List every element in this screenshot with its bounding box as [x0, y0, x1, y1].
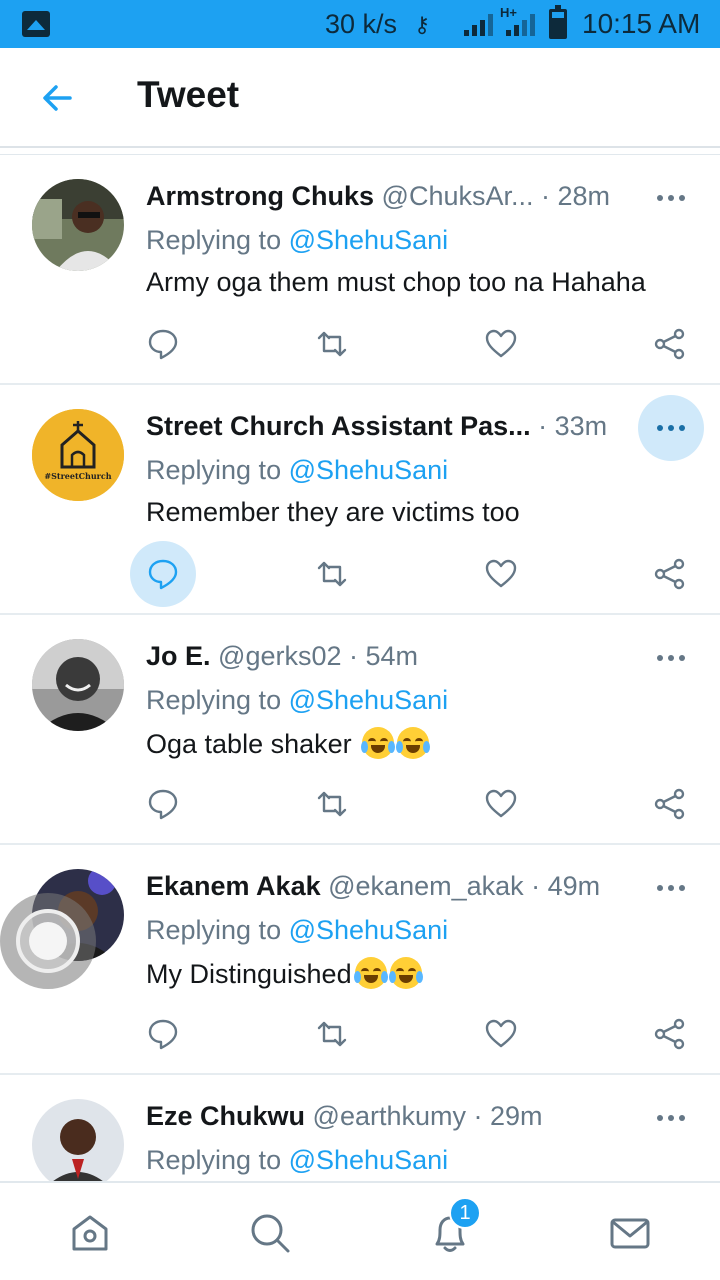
replying-to: Replying to @ShehuSani [146, 915, 448, 946]
tweet[interactable]: #StreetChurch Street Church Assistant Pa… [0, 385, 720, 615]
more-options-icon[interactable] [638, 165, 704, 231]
avatar-text: #StreetChurch [44, 471, 111, 481]
retweet-icon[interactable] [299, 311, 365, 377]
mention-link[interactable]: @ShehuSani [289, 685, 449, 715]
network-speed: 30 k/s [325, 9, 398, 39]
tweet-text: Remember they are victims too [146, 497, 520, 527]
tweet-header: Ekanem Akak @ekanem_akak · 49m [146, 871, 600, 902]
reply-icon[interactable] [130, 311, 196, 377]
tweet[interactable]: Eze Chukwu @earthkumy · 29m Replying to … [0, 1075, 720, 1181]
like-icon[interactable] [468, 1001, 534, 1067]
reply-icon[interactable] [130, 1001, 196, 1067]
top-bar: Tweet [0, 48, 720, 148]
gallery-icon [22, 11, 50, 37]
more-options-icon[interactable] [638, 855, 704, 921]
replying-label: Replying to [146, 455, 282, 485]
display-name[interactable]: Jo E. [146, 641, 211, 671]
more-options-icon[interactable] [638, 395, 704, 461]
replying-label: Replying to [146, 685, 282, 715]
replying-to: Replying to @ShehuSani [146, 1145, 448, 1176]
tweet-header: Street Church Assistant Pas... · 33m [146, 411, 607, 442]
replying-label: Replying to [146, 915, 282, 945]
tweet-header: Eze Chukwu @earthkumy · 29m [146, 1101, 543, 1132]
display-name[interactable]: Armstrong Chuks [146, 181, 374, 211]
share-icon[interactable] [637, 1001, 703, 1067]
more-options-icon[interactable] [638, 1085, 704, 1151]
tweet[interactable]: Jo E. @gerks02 · 54m Replying to @ShehuS… [0, 615, 720, 845]
tweet-text: Army oga them must chop too na Hahaha [146, 267, 646, 297]
crying-laughing-emoji-icon [361, 727, 396, 759]
tweet-text-row: My Distinguished [146, 957, 423, 990]
page-title: Tweet [137, 74, 240, 115]
share-icon[interactable] [637, 311, 703, 377]
avatar[interactable] [32, 1099, 124, 1181]
replying-to: Replying to @ShehuSani [146, 685, 448, 716]
mention-link[interactable]: @ShehuSani [289, 1145, 449, 1175]
retweet-icon[interactable] [299, 1001, 365, 1067]
assistive-touch-button[interactable] [0, 893, 96, 989]
display-name[interactable]: Street Church Assistant Pas... [146, 411, 531, 441]
vpn-key-icon: ⚷ [414, 12, 431, 37]
avatar[interactable] [32, 639, 124, 731]
back-arrow-icon[interactable] [36, 76, 80, 120]
timestamp: · 54m [349, 641, 419, 671]
replying-to: Replying to @ShehuSani [146, 455, 448, 486]
like-icon[interactable] [468, 541, 534, 607]
mention-link[interactable]: @ShehuSani [289, 455, 449, 485]
display-name[interactable]: Eze Chukwu [146, 1101, 305, 1131]
username: @earthkumy [312, 1101, 467, 1131]
username: @gerks02 [218, 641, 342, 671]
tweet-text: Oga table shaker [146, 729, 352, 759]
like-icon[interactable] [468, 771, 534, 837]
search-icon[interactable] [240, 1203, 300, 1263]
display-name[interactable]: Ekanem Akak [146, 871, 321, 901]
crying-laughing-emoji-icon [396, 727, 431, 759]
avatar[interactable] [32, 179, 124, 271]
share-icon[interactable] [637, 541, 703, 607]
status-bar: 30 k/s ⚷ H+ 10:15 AM [0, 0, 720, 48]
tweet[interactable]: Armstrong Chuks @ChuksAr... · 28m Replyi… [0, 155, 720, 385]
retweet-icon[interactable] [299, 771, 365, 837]
replying-to: Replying to @ShehuSani [146, 225, 448, 256]
replying-label: Replying to [146, 1145, 282, 1175]
like-icon[interactable] [468, 311, 534, 377]
username: @ekanem_akak [328, 871, 524, 901]
share-icon[interactable] [637, 771, 703, 837]
username: @ChuksAr... [381, 181, 534, 211]
notification-badge: 1 [449, 1197, 481, 1229]
reply-icon[interactable] [130, 771, 196, 837]
tweet-text-row: Oga table shaker [146, 727, 431, 760]
signal-icon-2 [506, 14, 546, 36]
tweet-header: Jo E. @gerks02 · 54m [146, 641, 418, 672]
reply-feed[interactable]: Armstrong Chuks @ChuksAr... · 28m Replyi… [0, 154, 720, 1181]
replying-label: Replying to [146, 225, 282, 255]
tweet-header: Armstrong Chuks @ChuksAr... · 28m [146, 181, 610, 212]
timestamp: · 33m [538, 411, 608, 441]
home-icon[interactable] [60, 1203, 120, 1263]
clock: 10:15 AM [582, 8, 701, 39]
tweet[interactable]: Ekanem Akak @ekanem_akak · 49m Replying … [0, 845, 720, 1075]
more-options-icon[interactable] [638, 625, 704, 691]
timestamp: · 29m [473, 1101, 543, 1131]
crying-laughing-emoji-icon [353, 957, 388, 989]
retweet-icon[interactable] [299, 541, 365, 607]
messages-icon[interactable] [600, 1203, 660, 1263]
signal-icon [464, 14, 504, 36]
mention-link[interactable]: @ShehuSani [289, 225, 449, 255]
timestamp: · 49m [531, 871, 601, 901]
bottom-navigation: 1 [0, 1181, 720, 1280]
tweet-text: My Distinguished [146, 959, 352, 989]
crying-laughing-emoji-icon [388, 957, 423, 989]
avatar[interactable]: #StreetChurch [32, 409, 124, 501]
reply-icon[interactable] [130, 541, 196, 607]
mention-link[interactable]: @ShehuSani [289, 915, 449, 945]
timestamp: · 28m [541, 181, 611, 211]
battery-icon [549, 5, 567, 39]
